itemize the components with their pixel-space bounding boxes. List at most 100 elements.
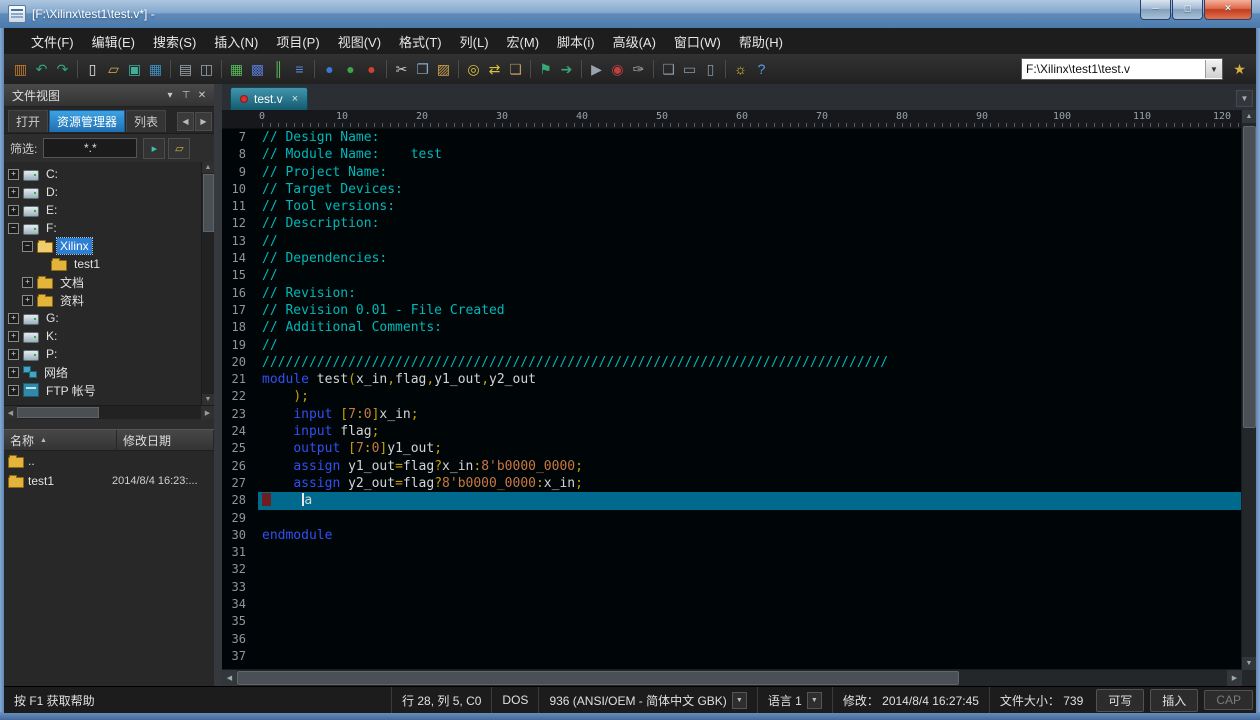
tree-expander-icon[interactable]: +: [22, 295, 33, 306]
tree-expander-icon[interactable]: +: [8, 385, 19, 396]
status-insert-mode[interactable]: 插入: [1147, 687, 1201, 713]
code-line-28[interactable]: 28 a: [222, 492, 1242, 509]
tile-vertical-icon[interactable]: ▯: [700, 59, 721, 80]
menu-item-7[interactable]: 格式(T): [390, 28, 451, 55]
status-language[interactable]: 语言 1▼: [757, 687, 832, 713]
macro-record-icon[interactable]: ◉: [607, 59, 628, 80]
tree-item-文档[interactable]: +文档: [4, 273, 200, 291]
editor-hscroll-thumb[interactable]: [237, 671, 959, 685]
tree-expander-icon[interactable]: −: [22, 241, 33, 252]
sidebar-tab-打开[interactable]: 打开: [8, 110, 48, 132]
scroll-up-icon[interactable]: ▲: [1242, 110, 1256, 123]
code-line-22[interactable]: 22 );: [222, 388, 1242, 405]
bookmark-icon[interactable]: ⚑: [535, 59, 556, 80]
word-wrap-icon[interactable]: ≡: [289, 59, 310, 80]
code-line-19[interactable]: 19//: [222, 337, 1242, 354]
close-button[interactable]: ✕: [1204, 0, 1252, 20]
code-line-30[interactable]: 30endmodule: [222, 527, 1242, 544]
list-item-..[interactable]: ..: [4, 451, 214, 471]
tree-scroll-thumb[interactable]: [203, 174, 214, 232]
tree-item-E:[interactable]: +E:: [4, 201, 200, 219]
tree-expander-icon[interactable]: +: [8, 367, 19, 378]
forward-icon[interactable]: ↷: [52, 59, 73, 80]
save-all-icon[interactable]: ▦: [145, 59, 166, 80]
code-line-29[interactable]: 29: [222, 510, 1242, 527]
scroll-up-icon[interactable]: ▲: [202, 162, 214, 173]
code-line-7[interactable]: 7// Design Name:: [222, 129, 1242, 146]
list-column-2[interactable]: 修改日期: [117, 430, 214, 450]
tree-item-test1[interactable]: test1: [4, 255, 200, 273]
favorites-icon[interactable]: ★: [1229, 59, 1250, 80]
menu-item-2[interactable]: 编辑(E): [83, 28, 144, 55]
help-icon[interactable]: ?: [751, 59, 772, 80]
tree-item-K:[interactable]: +K:: [4, 327, 200, 345]
tab-scroll-left-icon[interactable]: ◀: [177, 112, 194, 131]
tile-horizontal-icon[interactable]: ▭: [679, 59, 700, 80]
copy-icon[interactable]: ❐: [412, 59, 433, 80]
menu-item-1[interactable]: 文件(F): [22, 28, 83, 55]
code-line-11[interactable]: 11// Tool versions:: [222, 198, 1242, 215]
lightbulb-icon[interactable]: ☼: [730, 59, 751, 80]
code-line-9[interactable]: 9// Project Name:: [222, 164, 1242, 181]
status-encoding[interactable]: 936 (ANSI/OEM - 简体中文 GBK)▼: [538, 687, 756, 713]
menu-item-13[interactable]: 帮助(H): [730, 28, 792, 55]
menu-item-9[interactable]: 宏(M): [498, 28, 549, 55]
tree-expander-icon[interactable]: −: [8, 223, 19, 234]
tree-item-网络[interactable]: +网络: [4, 363, 200, 381]
code-line-23[interactable]: 23 input [7:0]x_in;: [222, 406, 1242, 423]
panel-close-icon[interactable]: ✕: [194, 90, 210, 101]
menu-item-12[interactable]: 窗口(W): [665, 28, 730, 55]
code-line-37[interactable]: 37: [222, 648, 1242, 665]
menu-item-10[interactable]: 脚本(i): [548, 28, 604, 55]
scroll-left-icon[interactable]: ◀: [4, 406, 17, 419]
tree-item-P:[interactable]: +P:: [4, 345, 200, 363]
paste-icon[interactable]: ▨: [433, 59, 454, 80]
menu-item-4[interactable]: 插入(N): [205, 28, 267, 55]
chevron-down-icon[interactable]: ▾: [162, 90, 178, 101]
browser-new-icon[interactable]: ●: [340, 59, 361, 80]
code-line-32[interactable]: 32: [222, 561, 1242, 578]
code-line-15[interactable]: 15//: [222, 267, 1242, 284]
code-line-34[interactable]: 34: [222, 596, 1242, 613]
status-caps-lock-chip[interactable]: CAP: [1204, 690, 1253, 710]
code-line-25[interactable]: 25 output [7:0]y1_out;: [222, 440, 1242, 457]
cut-icon[interactable]: ✂: [391, 59, 412, 80]
dropdown-arrow-icon[interactable]: ▼: [732, 692, 747, 709]
list-item-test1[interactable]: test12014/8/4 16:23:...: [4, 471, 214, 491]
save-icon[interactable]: ▣: [124, 59, 145, 80]
code-line-14[interactable]: 14// Dependencies:: [222, 250, 1242, 267]
browser-stop-icon[interactable]: ●: [361, 59, 382, 80]
status-insert-mode-chip[interactable]: 插入: [1150, 689, 1198, 712]
browser-view-icon[interactable]: ●: [319, 59, 340, 80]
tree-expander-icon[interactable]: +: [8, 187, 19, 198]
tree-expander-icon[interactable]: +: [8, 313, 19, 324]
code-line-13[interactable]: 13//: [222, 233, 1242, 250]
code-line-10[interactable]: 10// Target Devices:: [222, 181, 1242, 198]
tree-expander-icon[interactable]: +: [22, 277, 33, 288]
new-file-icon[interactable]: ▯: [82, 59, 103, 80]
code-line-36[interactable]: 36: [222, 631, 1242, 648]
code-line-12[interactable]: 12// Description:: [222, 215, 1242, 232]
scroll-right-icon[interactable]: ▶: [201, 406, 214, 419]
html-grid-icon[interactable]: ▩: [247, 59, 268, 80]
tree-item-G:[interactable]: +G:: [4, 309, 200, 327]
goto-icon[interactable]: ➔: [556, 59, 577, 80]
column-mode-icon[interactable]: ║: [268, 59, 289, 80]
script-icon[interactable]: ✑: [628, 59, 649, 80]
replace-icon[interactable]: ⇄: [484, 59, 505, 80]
back-icon[interactable]: ↶: [31, 59, 52, 80]
window-list-dropdown-icon[interactable]: ▼: [1236, 90, 1253, 107]
code-line-21[interactable]: 21module test(x_in,flag,y1_out,y2_out: [222, 371, 1242, 388]
tree-expander-icon[interactable]: +: [8, 349, 19, 360]
status-writable-state-chip[interactable]: 可写: [1096, 689, 1144, 712]
tree-item-资料[interactable]: +资料: [4, 291, 200, 309]
code-line-20[interactable]: 20//////////////////////////////////////…: [222, 354, 1242, 371]
tree-item-D:[interactable]: +D:: [4, 183, 200, 201]
open-ftp-icon[interactable]: ▥: [10, 59, 31, 80]
menu-item-8[interactable]: 列(L): [451, 28, 498, 55]
menu-item-11[interactable]: 高级(A): [604, 28, 665, 55]
status-writable-state[interactable]: 可写: [1093, 687, 1147, 713]
tree-item-FTP 帐号[interactable]: +FTP 帐号: [4, 381, 200, 399]
browse-folder-button[interactable]: ▱: [168, 138, 190, 159]
combo-dropdown-icon[interactable]: ▼: [1205, 60, 1222, 78]
